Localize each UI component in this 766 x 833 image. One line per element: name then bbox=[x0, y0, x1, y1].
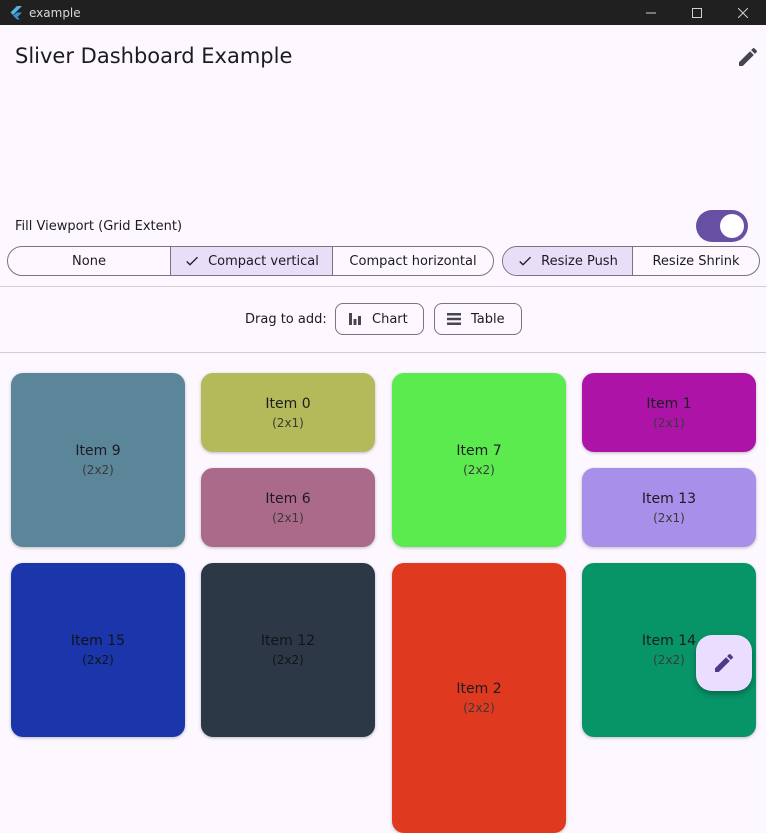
tile-size: (2x1) bbox=[272, 510, 304, 525]
pencil-icon bbox=[715, 653, 734, 672]
tile-title: Item 14 bbox=[641, 633, 697, 649]
dashboard-tile[interactable]: Item 13 (2x1) bbox=[582, 468, 756, 547]
chart-chip[interactable]: Chart bbox=[335, 303, 424, 335]
segment-resize-shrink[interactable]: Resize Shrink bbox=[632, 247, 759, 275]
dashboard-tile[interactable]: Item 9 (2x2) bbox=[11, 373, 185, 547]
dashboard-tile[interactable]: Item 15 (2x2) bbox=[11, 563, 185, 737]
segment-compact-horizontal[interactable]: Compact horizontal bbox=[332, 247, 493, 275]
tile-title: Item 15 bbox=[70, 633, 126, 649]
tile-title: Item 6 bbox=[265, 490, 311, 507]
tile-title: Item 2 bbox=[456, 681, 502, 697]
segment-label: Compact vertical bbox=[208, 253, 319, 269]
tile-size: (2x1) bbox=[653, 415, 685, 430]
tile-title: Item 7 bbox=[456, 443, 502, 459]
segment-label: Resize Shrink bbox=[652, 253, 740, 269]
edit-fab[interactable] bbox=[696, 635, 752, 691]
switch-thumb bbox=[720, 214, 744, 238]
chip-label: Chart bbox=[372, 311, 408, 327]
minimize-icon bbox=[646, 12, 656, 13]
dashboard-tile[interactable]: Item 6 (2x1) bbox=[201, 468, 375, 547]
tile-title: Item 9 bbox=[75, 443, 121, 459]
tile-size: (2x2) bbox=[82, 463, 114, 477]
table-rows-icon bbox=[447, 313, 461, 325]
fill-viewport-label: Fill Viewport (Grid Extent) bbox=[15, 219, 183, 234]
segment-none[interactable]: None bbox=[8, 247, 170, 275]
segment-resize-push[interactable]: Resize Push bbox=[503, 247, 632, 275]
tile-size: (2x1) bbox=[653, 510, 685, 525]
dashboard-tile[interactable]: Item 12 (2x2) bbox=[201, 563, 375, 737]
segment-compact-vertical[interactable]: Compact vertical bbox=[170, 247, 332, 275]
tile-title: Item 13 bbox=[641, 490, 697, 507]
check-icon bbox=[519, 256, 532, 266]
segment-label: None bbox=[72, 253, 106, 269]
bar-chart-icon bbox=[349, 313, 361, 325]
window-title: example bbox=[29, 5, 81, 20]
table-chip[interactable]: Table bbox=[434, 303, 522, 335]
tile-title: Item 12 bbox=[260, 633, 316, 649]
dashboard-tile[interactable]: Item 7 (2x2) bbox=[392, 373, 566, 547]
check-icon bbox=[186, 256, 199, 266]
dashboard-tile[interactable]: Item 0 (2x1) bbox=[201, 373, 375, 452]
chip-label: Table bbox=[471, 311, 505, 327]
segment-label: Resize Push bbox=[541, 253, 618, 269]
tile-size: (2x1) bbox=[272, 415, 304, 430]
maximize-button[interactable] bbox=[674, 0, 720, 25]
tile-title: Item 1 bbox=[646, 395, 692, 412]
tile-size: (2x2) bbox=[463, 463, 495, 477]
close-icon bbox=[738, 7, 748, 18]
page-title: Sliver Dashboard Example bbox=[15, 44, 293, 68]
maximize-icon bbox=[692, 7, 702, 18]
tile-size: (2x2) bbox=[463, 701, 495, 715]
flutter-logo-icon bbox=[10, 5, 22, 19]
tile-size: (2x2) bbox=[653, 653, 685, 667]
segment-label: Compact horizontal bbox=[349, 253, 477, 269]
tile-size: (2x2) bbox=[272, 653, 304, 667]
compaction-segmented-button: None Compact vertical Compact horizontal bbox=[7, 246, 494, 276]
pencil-icon bbox=[739, 47, 758, 66]
tile-size: (2x2) bbox=[82, 653, 114, 667]
tile-title: Item 0 bbox=[265, 395, 311, 412]
fill-viewport-switch[interactable] bbox=[696, 210, 748, 242]
divider bbox=[0, 286, 766, 287]
dashboard-tile[interactable]: Item 2 (2x2) bbox=[392, 563, 566, 833]
dashboard-tile[interactable]: Item 1 (2x1) bbox=[582, 373, 756, 452]
minimize-button[interactable] bbox=[628, 0, 674, 25]
drag-to-add-label: Drag to add: bbox=[245, 312, 327, 327]
close-button[interactable] bbox=[720, 0, 766, 25]
resize-segmented-button: Resize Push Resize Shrink bbox=[502, 246, 760, 276]
divider bbox=[0, 352, 766, 353]
window-titlebar: example bbox=[0, 0, 766, 25]
edit-button[interactable] bbox=[736, 45, 760, 69]
